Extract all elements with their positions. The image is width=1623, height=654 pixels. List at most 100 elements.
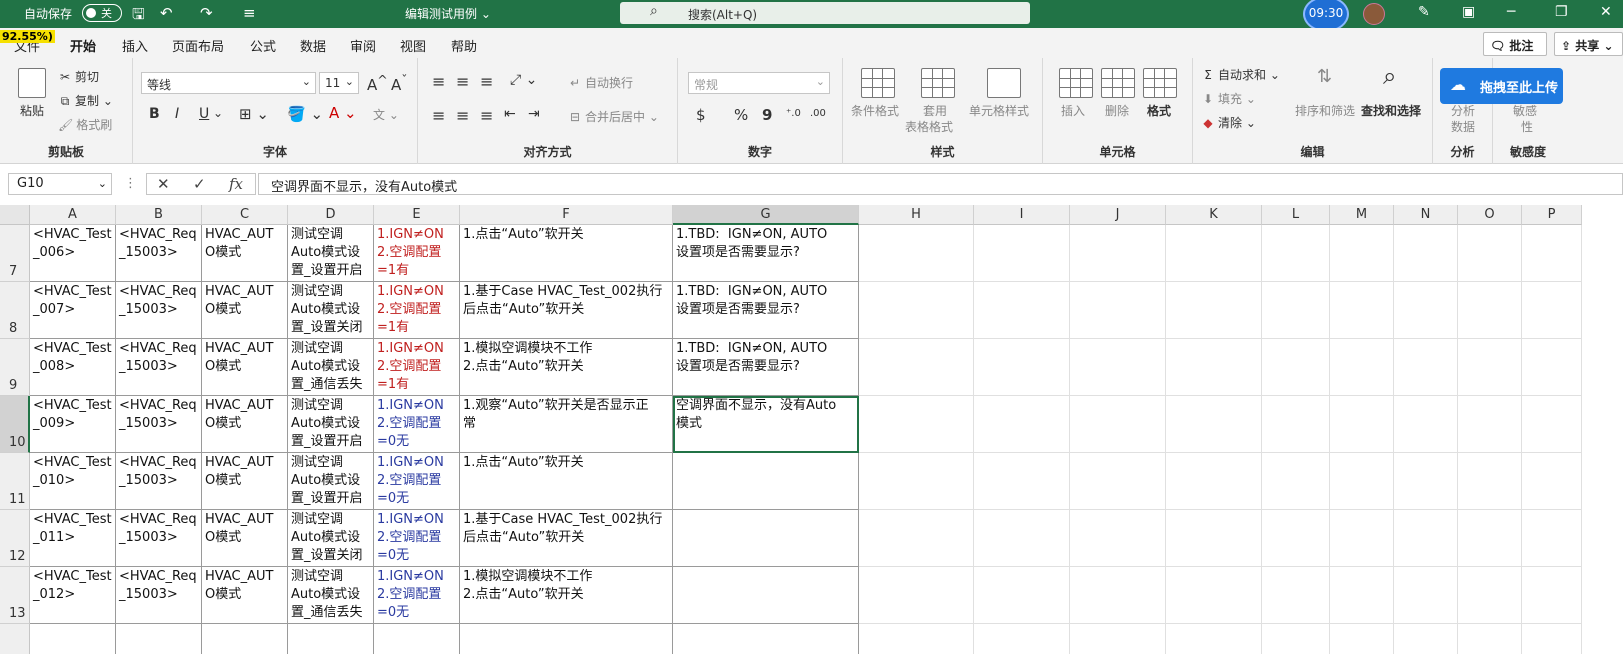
- cell-b8[interactable]: <HVAC_Req _15003>: [116, 282, 202, 339]
- cell-b13[interactable]: <HVAC_Req _15003>: [116, 567, 202, 624]
- cell-n12[interactable]: [1394, 510, 1458, 567]
- phonetic-icon[interactable]: 文 ⌄: [373, 106, 399, 123]
- cell-j8[interactable]: [1070, 282, 1166, 339]
- column-header-b[interactable]: B: [116, 205, 202, 225]
- cell-f9[interactable]: 1.模拟空调模块不工作 2.点击“Auto”软开关: [460, 339, 673, 396]
- cell-i12[interactable]: [974, 510, 1070, 567]
- autosave-toggle[interactable]: 关: [82, 4, 122, 22]
- currency-button[interactable]: $: [696, 106, 706, 124]
- cell-i13[interactable]: [974, 567, 1070, 624]
- column-header-j[interactable]: J: [1070, 205, 1166, 225]
- row-header[interactable]: 13: [0, 567, 30, 624]
- cell-h9[interactable]: [859, 339, 974, 396]
- cell-e11[interactable]: 1.IGN≠ON 2.空调配置 =0无: [374, 453, 460, 510]
- align-center-icon[interactable]: ≡: [456, 106, 469, 125]
- sort-filter-button[interactable]: 排序和筛选: [1295, 102, 1355, 119]
- cell-l10[interactable]: [1262, 396, 1330, 453]
- autosum-button[interactable]: Σ 自动求和 ⌄: [1201, 66, 1280, 83]
- cell-f7[interactable]: 1.点击“Auto”软开关: [460, 225, 673, 282]
- outdent-icon[interactable]: ⇤: [504, 106, 516, 122]
- delete-cells-button[interactable]: 删除: [1105, 102, 1129, 119]
- cell-style-button[interactable]: 单元格样式: [969, 102, 1029, 119]
- cell-d9[interactable]: 测试空调 Auto模式设 置_通信丢失: [288, 339, 374, 396]
- redo-icon[interactable]: ↷: [200, 4, 213, 22]
- percent-button[interactable]: %: [734, 106, 748, 124]
- font-name-select[interactable]: 等线 ⌄: [141, 72, 316, 94]
- cell-d13[interactable]: 测试空调 Auto模式设 置_通信丢失: [288, 567, 374, 624]
- cell-m10[interactable]: [1330, 396, 1394, 453]
- cell-g11[interactable]: [673, 453, 859, 510]
- insert-function-icon[interactable]: fx: [229, 175, 243, 193]
- cell-p8[interactable]: [1522, 282, 1582, 339]
- column-header-a[interactable]: A: [30, 205, 116, 225]
- cell-k14[interactable]: [1166, 624, 1262, 654]
- cell-a10[interactable]: <HVAC_Test _009>: [30, 396, 116, 453]
- column-header-n[interactable]: N: [1394, 205, 1458, 225]
- pen-icon[interactable]: ✎: [1418, 4, 1430, 20]
- cell-o11[interactable]: [1458, 453, 1522, 510]
- cell-b14[interactable]: [116, 624, 202, 654]
- italic-button[interactable]: I: [175, 106, 179, 122]
- cell-f14[interactable]: [460, 624, 673, 654]
- cell-g9[interactable]: 1.TBD: IGN≠ON, AUTO 设置项是否需要显示?: [673, 339, 859, 396]
- cell-e8[interactable]: 1.IGN≠ON 2.空调配置 =1有: [374, 282, 460, 339]
- cell-k8[interactable]: [1166, 282, 1262, 339]
- tab-insert[interactable]: 插入: [122, 36, 148, 55]
- cell-m8[interactable]: [1330, 282, 1394, 339]
- fill-color-icon[interactable]: 🪣 ⌄: [287, 105, 323, 123]
- column-header-k[interactable]: K: [1166, 205, 1262, 225]
- name-box[interactable]: G10 ⌄: [8, 173, 112, 195]
- sensitivity-button[interactable]: 敏感: [1513, 102, 1537, 119]
- cell-h10[interactable]: [859, 396, 974, 453]
- table-format-button[interactable]: 套用: [923, 102, 947, 119]
- cell-l13[interactable]: [1262, 567, 1330, 624]
- minimize-icon[interactable]: ─: [1507, 4, 1515, 20]
- cell-c13[interactable]: HVAC_AUT O模式: [202, 567, 288, 624]
- cell-c11[interactable]: HVAC_AUT O模式: [202, 453, 288, 510]
- cell-a13[interactable]: <HVAC_Test _012>: [30, 567, 116, 624]
- column-header-g[interactable]: G: [673, 205, 859, 225]
- cell-a11[interactable]: <HVAC_Test _010>: [30, 453, 116, 510]
- cell-p13[interactable]: [1522, 567, 1582, 624]
- cell-n10[interactable]: [1394, 396, 1458, 453]
- cell-m7[interactable]: [1330, 225, 1394, 282]
- bold-button[interactable]: B: [149, 106, 160, 122]
- cell-g14[interactable]: [673, 624, 859, 654]
- increase-decimal-icon[interactable]: ⁺.0: [786, 108, 801, 119]
- cell-h7[interactable]: [859, 225, 974, 282]
- cell-l9[interactable]: [1262, 339, 1330, 396]
- cell-d8[interactable]: 测试空调 Auto模式设 置_设置关闭: [288, 282, 374, 339]
- cell-m11[interactable]: [1330, 453, 1394, 510]
- column-header-c[interactable]: C: [202, 205, 288, 225]
- row-header[interactable]: 14: [0, 624, 30, 654]
- merge-center-button[interactable]: ⊟ 合并后居中 ⌄: [568, 108, 659, 125]
- align-bottom-icon[interactable]: ≡: [480, 72, 493, 91]
- document-title[interactable]: 编辑测试用例 ⌄: [405, 5, 491, 22]
- cell-c10[interactable]: HVAC_AUT O模式: [202, 396, 288, 453]
- cell-k12[interactable]: [1166, 510, 1262, 567]
- cell-n14[interactable]: [1394, 624, 1458, 654]
- cell-m14[interactable]: [1330, 624, 1394, 654]
- cell-n9[interactable]: [1394, 339, 1458, 396]
- cell-j10[interactable]: [1070, 396, 1166, 453]
- font-size-select[interactable]: 11 ⌄: [319, 72, 359, 94]
- format-painter-button[interactable]: 🖌 格式刷: [58, 116, 112, 133]
- select-all-corner[interactable]: [0, 205, 30, 225]
- cell-d10[interactable]: 测试空调 Auto模式设 置_设置开启: [288, 396, 374, 453]
- cell-k11[interactable]: [1166, 453, 1262, 510]
- tab-view[interactable]: 视图: [400, 36, 426, 55]
- font-color-icon[interactable]: A ⌄: [329, 104, 357, 122]
- cell-o14[interactable]: [1458, 624, 1522, 654]
- decrease-decimal-icon[interactable]: .00: [810, 108, 826, 119]
- cell-m12[interactable]: [1330, 510, 1394, 567]
- cell-m13[interactable]: [1330, 567, 1394, 624]
- conditional-format-button[interactable]: 条件格式: [851, 102, 899, 119]
- row-header[interactable]: 7: [0, 225, 30, 282]
- row-header[interactable]: 8: [0, 282, 30, 339]
- cell-j7[interactable]: [1070, 225, 1166, 282]
- cell-k10[interactable]: [1166, 396, 1262, 453]
- cell-i8[interactable]: [974, 282, 1070, 339]
- tab-page-layout[interactable]: 页面布局: [172, 36, 224, 55]
- border-icon[interactable]: ⊞ ⌄: [239, 105, 269, 123]
- cell-l7[interactable]: [1262, 225, 1330, 282]
